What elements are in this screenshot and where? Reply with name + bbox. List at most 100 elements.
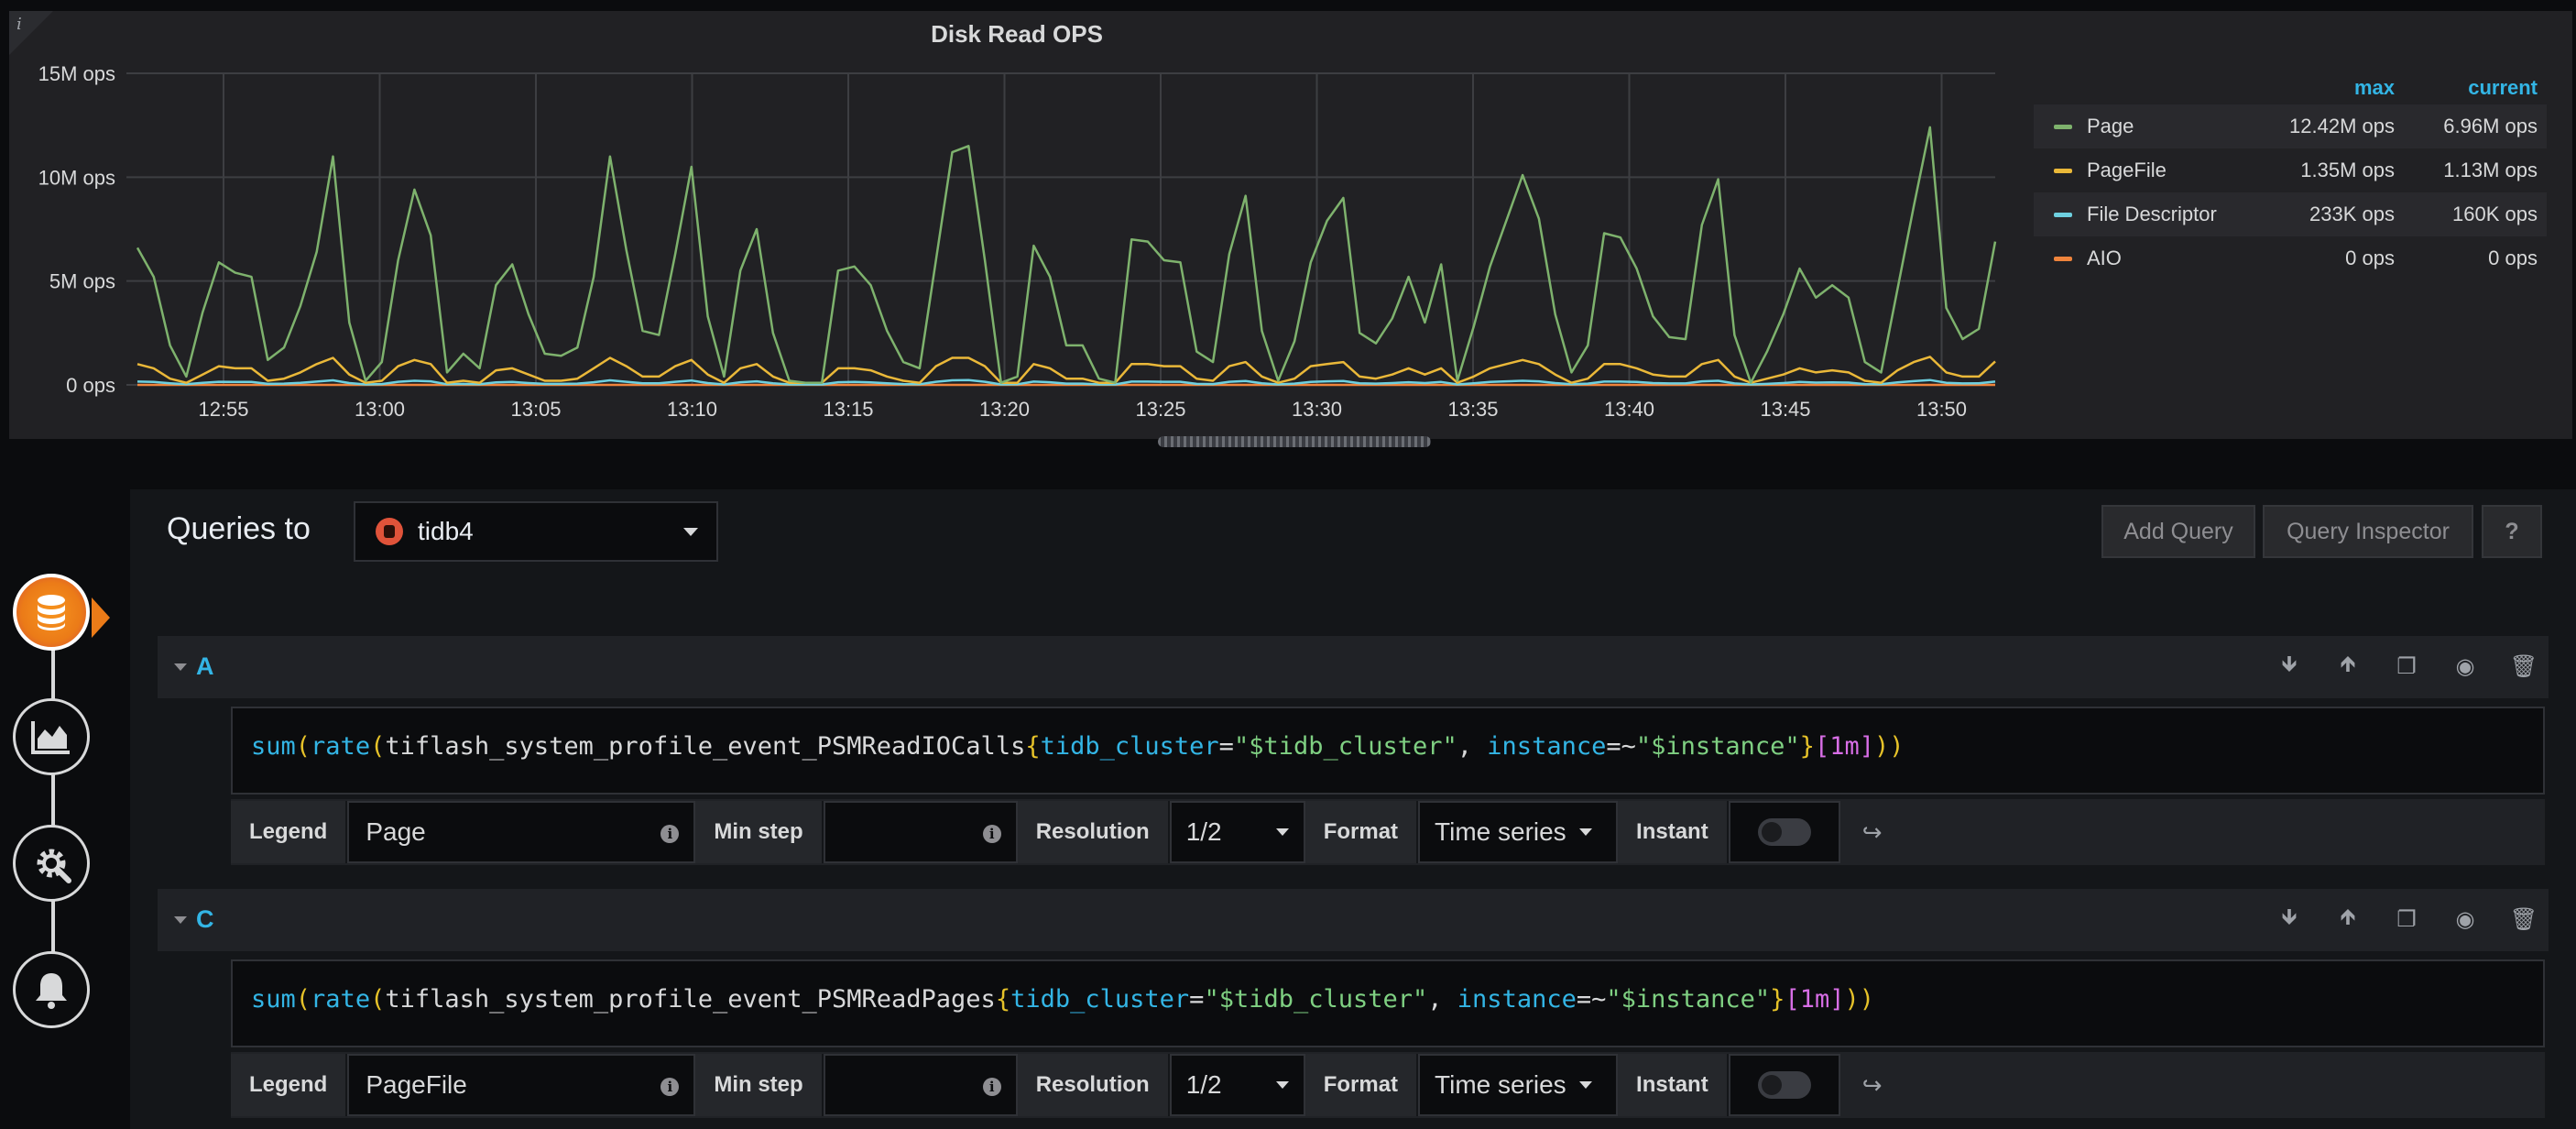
expr-value: "$instance" xyxy=(1635,732,1800,761)
query-row-header[interactable]: A 🡻 🡹 ❐ ◉ 🗑 xyxy=(158,636,2549,698)
legend-name[interactable]: PageFile xyxy=(2087,159,2252,182)
area-chart-icon xyxy=(31,721,70,754)
x-tick-label: 13:10 xyxy=(667,398,717,421)
instant-toggle[interactable] xyxy=(1757,818,1811,846)
instant-toggle-wrap xyxy=(1728,801,1840,863)
eye-icon[interactable]: ◉ xyxy=(2451,652,2479,680)
legend-col-max[interactable]: max xyxy=(2252,76,2395,100)
legend-name[interactable]: File Descriptor xyxy=(2087,203,2252,226)
expr-label: instance xyxy=(1457,985,1577,1014)
trash-icon[interactable]: 🗑 xyxy=(2510,905,2538,933)
format-value: Time series xyxy=(1435,817,1566,846)
x-tick-label: 13:35 xyxy=(1447,398,1498,421)
legend-field[interactable]: Page i xyxy=(347,801,696,863)
panel-resize-handle[interactable] xyxy=(1158,436,1431,447)
x-tick-label: 13:30 xyxy=(1292,398,1342,421)
format-value: Time series xyxy=(1435,1070,1566,1099)
x-tick-label: 13:20 xyxy=(979,398,1030,421)
move-up-icon[interactable]: 🡹 xyxy=(2334,904,2362,933)
info-icon[interactable]: i xyxy=(982,1078,1001,1096)
nav-alert-button[interactable] xyxy=(13,951,90,1028)
query-actions: 🡻 🡹 ❐ ◉ 🗑 xyxy=(2276,652,2538,680)
expr-range: [1m] xyxy=(1785,985,1845,1014)
format-select[interactable]: Time series xyxy=(1418,801,1619,863)
info-icon[interactable]: i xyxy=(982,825,1001,843)
expr-range: [1m] xyxy=(1814,732,1874,761)
help-button[interactable]: ? xyxy=(2482,505,2542,558)
legend-field[interactable]: PageFile i xyxy=(347,1054,696,1116)
query-expression-input[interactable]: sum(rate(tiflash_system_profile_event_PS… xyxy=(231,959,2545,1047)
move-down-icon[interactable]: 🡻 xyxy=(2276,904,2303,933)
legend-swatch[interactable] xyxy=(2054,212,2072,217)
expr-value: "$tidb_cluster" xyxy=(1204,985,1428,1014)
chevron-down-icon xyxy=(1275,1081,1289,1089)
min-step-label: Min step xyxy=(695,1054,824,1116)
query-options-row: Legend PageFile i Min step i Resolution 1… xyxy=(231,1052,2545,1118)
format-select[interactable]: Time series xyxy=(1418,1054,1619,1116)
info-icon[interactable]: i xyxy=(660,825,680,843)
datasource-picker[interactable]: tidb4 xyxy=(354,501,718,562)
instant-toggle[interactable] xyxy=(1757,1071,1811,1099)
resolution-label: Resolution xyxy=(1017,801,1170,863)
legend-name[interactable]: AIO xyxy=(2087,247,2252,270)
query-row-header[interactable]: C 🡻 🡹 ❐ ◉ 🗑 xyxy=(158,889,2549,951)
resolution-select[interactable]: 1/2 xyxy=(1169,801,1305,863)
query-inspector-button[interactable]: Query Inspector xyxy=(2263,505,2473,558)
query-letter[interactable]: A xyxy=(196,652,214,681)
x-tick-label: 13:00 xyxy=(355,398,405,421)
add-query-button[interactable]: Add Query xyxy=(2101,505,2255,558)
move-down-icon[interactable]: 🡻 xyxy=(2276,652,2303,680)
expr-metric: tiflash_system_profile_event_PSMReadPage… xyxy=(385,985,996,1014)
legend-max: 1.35M ops xyxy=(2300,159,2395,181)
min-step-label: Min step xyxy=(695,801,824,863)
collapse-icon[interactable] xyxy=(174,916,187,924)
legend-col-current[interactable]: current xyxy=(2395,76,2547,100)
expr-value: "$tidb_cluster" xyxy=(1233,732,1457,761)
legend-current: 160K ops xyxy=(2452,203,2538,225)
y-tick-label: 10M ops xyxy=(38,166,115,189)
line-chart[interactable]: 15M ops 10M ops 5M ops 0 ops 12:55 13:00 13:05… xyxy=(9,11,2025,439)
legend-item[interactable]: AIO 0 ops 0 ops xyxy=(2034,236,2547,280)
resolution-select[interactable]: 1/2 xyxy=(1169,1054,1305,1116)
legend-item[interactable]: Page 12.42M ops 6.96M ops xyxy=(2034,104,2547,148)
y-tick-label: 5M ops xyxy=(49,270,115,293)
legend-swatch[interactable] xyxy=(2054,168,2072,173)
info-icon[interactable]: i xyxy=(660,1078,680,1096)
database-icon xyxy=(38,595,65,630)
legend-item[interactable]: File Descriptor 233K ops 160K ops xyxy=(2034,192,2547,236)
format-label: Format xyxy=(1304,1054,1419,1116)
trash-icon[interactable]: 🗑 xyxy=(2510,652,2538,680)
nav-queries-button[interactable] xyxy=(13,574,90,651)
move-up-icon[interactable]: 🡹 xyxy=(2334,652,2362,680)
min-step-field[interactable]: i xyxy=(823,1054,1018,1116)
legend-swatch[interactable] xyxy=(2054,256,2072,261)
expr-fn: sum xyxy=(251,985,296,1014)
legend-name[interactable]: Page xyxy=(2087,115,2252,138)
nav-visualization-button[interactable] xyxy=(13,698,90,775)
x-tick-label: 13:40 xyxy=(1604,398,1654,421)
instant-label: Instant xyxy=(1618,1054,1729,1116)
query-expression-input[interactable]: sum(rate(tiflash_system_profile_event_PS… xyxy=(231,707,2545,795)
expr-fn: sum xyxy=(251,732,296,761)
legend-item[interactable]: PageFile 1.35M ops 1.13M ops xyxy=(2034,148,2547,192)
min-step-field[interactable]: i xyxy=(823,801,1018,863)
x-tick-label: 13:25 xyxy=(1135,398,1185,421)
legend-table: max current Page 12.42M ops 6.96M ops Pa… xyxy=(2034,71,2547,280)
external-link-icon[interactable]: ↪ xyxy=(1840,1054,1905,1116)
duplicate-icon[interactable]: ❐ xyxy=(2393,652,2420,680)
collapse-icon[interactable] xyxy=(174,663,187,671)
query-letter[interactable]: C xyxy=(196,905,214,934)
queries-to-label: Queries to xyxy=(167,511,311,546)
external-link-icon[interactable]: ↪ xyxy=(1840,801,1905,863)
instant-toggle-wrap xyxy=(1728,1054,1840,1116)
legend-swatch[interactable] xyxy=(2054,124,2072,129)
eye-icon[interactable]: ◉ xyxy=(2451,905,2479,933)
duplicate-icon[interactable]: ❐ xyxy=(2393,905,2420,933)
nav-general-button[interactable] xyxy=(13,825,90,902)
instant-label: Instant xyxy=(1618,801,1729,863)
chevron-down-icon xyxy=(1578,828,1592,836)
legend-current: 0 ops xyxy=(2488,247,2538,269)
legend-max: 0 ops xyxy=(2345,247,2395,269)
query-options-row: Legend Page i Min step i Resolution 1/2 F… xyxy=(231,799,2545,865)
datasource-logo-icon xyxy=(376,518,403,545)
